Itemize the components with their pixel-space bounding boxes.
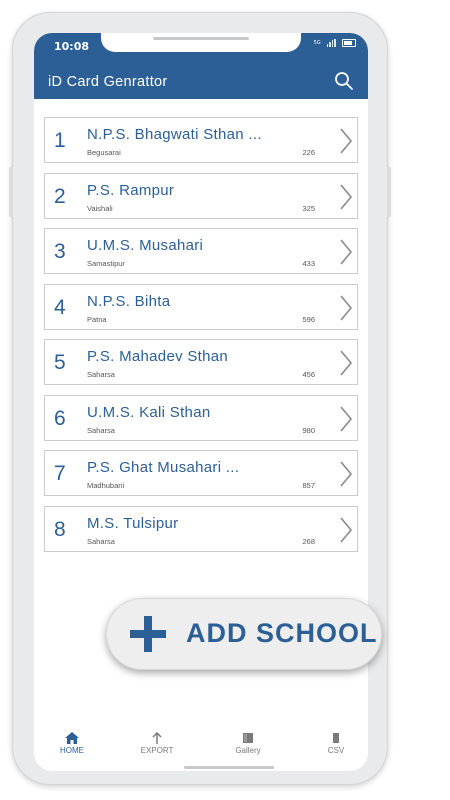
nav-label: HOME [60,746,84,755]
school-name: P.S. Mahadev Sthan [87,348,229,365]
school-name: U.M.S. Kali Sthan [87,403,211,421]
status-time: 10:08 [54,40,90,53]
student-count: 325 [302,203,315,213]
student-count: 596 [302,314,315,324]
school-list-item[interactable]: 3 U.M.S. Musahari Samastipur 433 [44,228,358,274]
bottom-navigation: HOME EXPORT Gallery CSV [34,730,368,762]
plus-icon [130,616,166,652]
chevron-right-icon [340,239,353,265]
student-count: 857 [302,481,315,490]
school-list-item[interactable]: 7 P.S. Ghat Musahari ... Madhubani 857 [44,450,358,496]
school-district: Samastipur [87,259,125,268]
school-district: Saharsa [87,370,115,379]
school-list-item[interactable]: 5 P.S. Mahadev Sthan Saharsa 456 [44,339,358,385]
chevron-right-icon [340,516,353,543]
school-name: P.S. Ghat Musahari ... [87,459,240,476]
school-district: Saharsa [87,425,115,435]
school-district: Begusarai [87,148,121,157]
school-number: 2 [54,184,66,208]
school-district: Vaishali [87,203,113,213]
school-number: 6 [54,406,66,430]
add-school-label: ADD SCHOOL [186,618,378,648]
student-count: 268 [302,536,315,546]
school-number: 4 [54,295,66,319]
nav-home[interactable]: HOME [42,732,102,755]
notch [101,33,301,52]
school-number: 3 [54,240,66,263]
nav-export[interactable]: EXPORT [127,732,187,755]
school-district: Madhubani [87,481,125,490]
nav-label: Gallery [235,746,261,755]
school-list-item[interactable]: 1 N.P.S. Bhagwati Sthan ... Begusarai 226 [44,117,358,163]
app-bar: 10:08 5G iD Card Genrattor [34,33,368,99]
chevron-right-icon [340,128,353,154]
school-name: N.P.S. Bihta [87,292,171,310]
phone-side-button-left [9,167,13,217]
status-icons: 5G [314,39,356,47]
school-district: Patna [87,314,107,324]
student-count: 226 [302,148,315,157]
nav-csv[interactable]: CSV [306,732,366,755]
chevron-right-icon [340,405,353,432]
nav-label: CSV [327,746,345,755]
signal-icon [326,39,336,47]
search-icon [335,72,353,90]
school-number: 8 [54,517,66,541]
search-button[interactable] [334,71,354,91]
school-number: 7 [54,462,66,485]
app-title: iD Card Genrattor [48,74,168,90]
school-list-item[interactable]: 4 N.P.S. Bihta Patna 596 [44,283,358,330]
battery-icon [342,39,356,47]
home-indicator [184,766,274,769]
home-icon [42,732,102,744]
chevron-right-icon [340,350,353,376]
chevron-right-icon [340,461,353,487]
student-count: 980 [302,425,315,435]
school-list-item[interactable]: 8 M.S. Tulsipur Saharsa 268 [44,505,358,552]
speaker-grille [153,37,249,40]
gallery-icon [218,732,278,744]
network-type: 5G [313,39,321,46]
phone-side-button-right [387,167,391,217]
school-list-item[interactable]: 6 U.M.S. Kali Sthan Saharsa 980 [44,394,358,441]
export-icon [127,732,187,744]
chevron-right-icon [340,183,353,210]
school-name: N.P.S. Bhagwati Sthan ... [87,126,262,143]
csv-icon [306,732,366,744]
school-list-item[interactable]: 2 P.S. Rampur Vaishali 325 [44,172,358,219]
school-name: U.M.S. Musahari [87,237,204,254]
school-number: 5 [54,351,66,374]
nav-gallery[interactable]: Gallery [218,732,278,755]
school-name: M.S. Tulsipur [87,514,179,532]
school-district: Saharsa [87,536,115,546]
add-school-button[interactable]: ADD SCHOOL [106,598,382,670]
school-number: 1 [54,129,66,152]
school-list: 1 N.P.S. Bhagwati Sthan ... Begusarai 226 2 P… [44,117,358,561]
nav-label: EXPORT [140,746,174,755]
school-name: P.S. Rampur [87,181,175,199]
student-count: 456 [302,370,315,379]
student-count: 433 [302,259,315,268]
chevron-right-icon [340,294,353,321]
